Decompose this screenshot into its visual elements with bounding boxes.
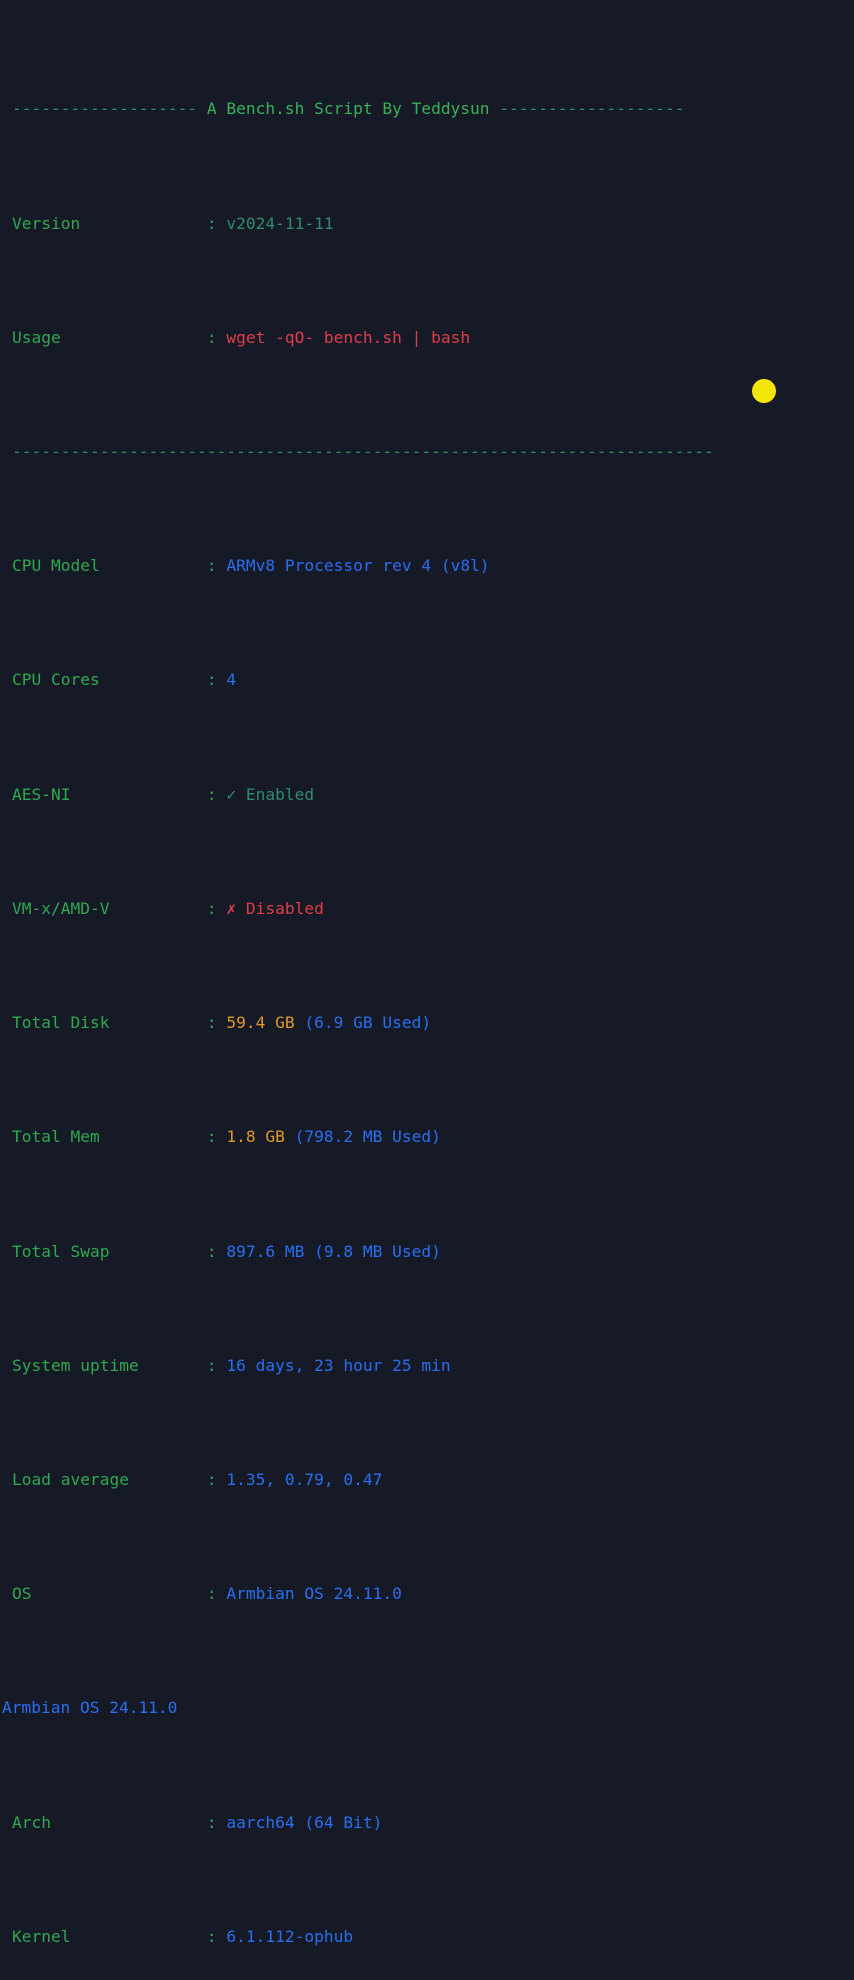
row-os-overflow: Armbian OS 24.11.0 bbox=[2, 1697, 714, 1720]
label-total-disk: Total Disk bbox=[12, 1013, 207, 1033]
value-vmx: Disabled bbox=[245, 898, 324, 918]
label-uptime: System uptime bbox=[12, 1355, 207, 1375]
row-uptime: System uptime : 16 days, 23 hour 25 min bbox=[12, 1355, 451, 1375]
value-usage: wget -qO- bench.sh | bash bbox=[226, 327, 471, 347]
value-arch: aarch64 (64 Bit) bbox=[226, 1812, 383, 1832]
label-usage: Usage bbox=[12, 327, 207, 347]
value-load-average: 1.35, 0.79, 0.47 bbox=[226, 1470, 383, 1489]
label-cpu-cores: CPU Cores bbox=[12, 670, 207, 690]
label-aes-ni: AES-NI bbox=[12, 784, 207, 804]
value-aes-ni: Enabled bbox=[245, 784, 315, 804]
title-left-dashes: ------------------- bbox=[12, 99, 198, 119]
row-kernel: Kernel : 6.1.112-ophub bbox=[12, 1926, 354, 1946]
cross-icon: ✗ bbox=[226, 898, 237, 918]
row-usage: Usage : wget -qO- bench.sh | bash bbox=[12, 327, 714, 350]
separator-1: ----------------------------------------… bbox=[12, 442, 714, 462]
colon-usage: : bbox=[206, 327, 217, 347]
value-cpu-cores: 4 bbox=[226, 670, 237, 690]
value-kernel: 6.1.112-ophub bbox=[226, 1926, 354, 1946]
row-cpu-model: CPU Model : ARMv8 Processor rev 4 (v8l) bbox=[12, 556, 490, 576]
row-total-swap: Total Swap : 897.6 MB (9.8 MB Used) bbox=[12, 1241, 441, 1261]
colon-version: : bbox=[206, 213, 217, 233]
row-version: Version : v2024-11-11 bbox=[12, 213, 714, 236]
label-os: OS bbox=[12, 1584, 207, 1604]
label-arch: Arch bbox=[12, 1812, 207, 1832]
check-icon: ✓ bbox=[226, 784, 237, 804]
title-right-dashes: ------------------- bbox=[499, 99, 685, 119]
row-vmx: VM-x/AMD-V : ✗ Disabled bbox=[12, 898, 324, 918]
value-os: Armbian OS 24.11.0 bbox=[226, 1584, 402, 1604]
row-arch: Arch : aarch64 (64 Bit) bbox=[12, 1812, 383, 1832]
label-vmx: VM-x/AMD-V bbox=[12, 898, 207, 918]
value-os-overflow: Armbian OS 24.11.0 bbox=[2, 1698, 178, 1718]
label-total-swap: Total Swap bbox=[12, 1241, 207, 1261]
value-disk-used: (6.9 GB Used) bbox=[304, 1013, 432, 1033]
row-aes-ni: AES-NI : ✓ Enabled bbox=[12, 784, 315, 804]
value-total-swap: 897.6 MB (9.8 MB Used) bbox=[226, 1241, 441, 1261]
cursor-dot-icon bbox=[752, 379, 776, 403]
label-cpu-model: CPU Model bbox=[12, 556, 207, 576]
label-total-mem: Total Mem bbox=[12, 1127, 207, 1147]
title-line: ------------------- A Bench.sh Script By… bbox=[12, 98, 714, 121]
value-total-mem: 1.8 GB bbox=[226, 1127, 285, 1147]
label-load-average: Load average bbox=[12, 1470, 207, 1489]
value-uptime: 16 days, 23 hour 25 min bbox=[226, 1355, 451, 1375]
value-cpu-model: ARMv8 Processor rev 4 (v8l) bbox=[226, 556, 490, 576]
row-load-average: Load average : 1.35, 0.79, 0.47 bbox=[12, 1470, 383, 1489]
value-total-disk: 59.4 GB bbox=[226, 1013, 295, 1033]
value-version: v2024-11-11 bbox=[226, 213, 334, 233]
value-mem-used: (798.2 MB Used) bbox=[294, 1127, 441, 1147]
script-title: A Bench.sh Script By Teddysun bbox=[197, 99, 500, 119]
terminal-window: ------------------- A Bench.sh Script By… bbox=[0, 0, 854, 1946]
label-kernel: Kernel bbox=[12, 1926, 207, 1946]
row-cpu-cores: CPU Cores : 4 bbox=[12, 670, 237, 690]
row-total-disk: Total Disk : 59.4 GB (6.9 GB Used) bbox=[12, 1013, 432, 1033]
row-os: OS : Armbian OS 24.11.0 bbox=[12, 1584, 402, 1604]
terminal-output: ------------------- A Bench.sh Script By… bbox=[2, 7, 714, 1980]
label-version: Version bbox=[12, 213, 207, 233]
row-total-mem: Total Mem : 1.8 GB (798.2 MB Used) bbox=[12, 1127, 441, 1147]
